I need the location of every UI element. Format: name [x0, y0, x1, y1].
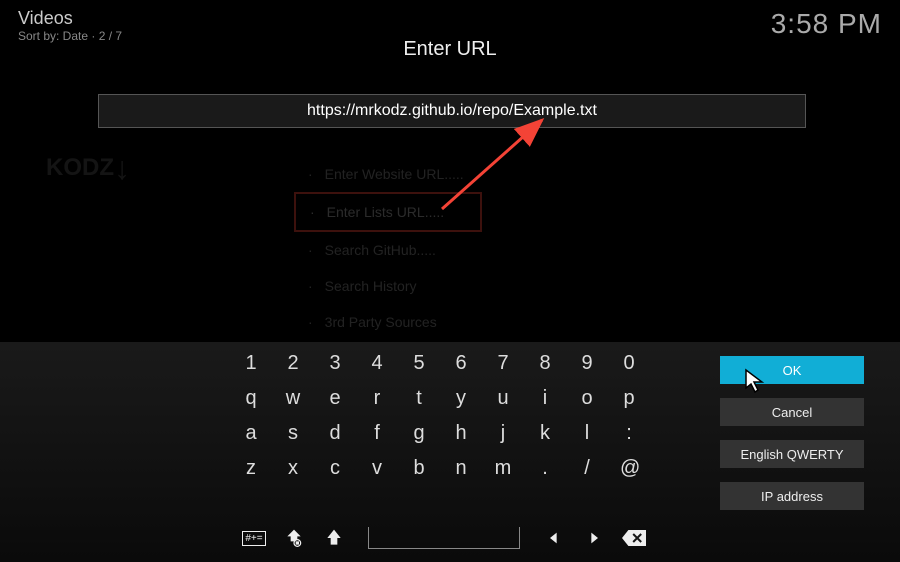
key-8[interactable]: 8: [536, 352, 554, 375]
key-x[interactable]: x: [284, 457, 302, 480]
arrow-right-icon[interactable]: [582, 526, 606, 550]
key-c[interactable]: c: [326, 457, 344, 480]
key-row-1: 1 2 3 4 5 6 7 8 9 0: [242, 352, 638, 375]
bg-item-website: ·Enter Website URL.....: [294, 156, 482, 192]
key-9[interactable]: 9: [578, 352, 596, 375]
key-r[interactable]: r: [368, 387, 386, 410]
virtual-keyboard: 1 2 3 4 5 6 7 8 9 0 q w e r t y u i o p …: [0, 342, 900, 562]
addon-logo: KODZ↓: [46, 138, 216, 198]
key-6[interactable]: 6: [452, 352, 470, 375]
key-7[interactable]: 7: [494, 352, 512, 375]
key-k[interactable]: k: [536, 422, 554, 445]
key-at[interactable]: @: [620, 457, 638, 480]
key-e[interactable]: e: [326, 387, 344, 410]
key-row-2: q w e r t y u i o p: [242, 387, 638, 410]
key-colon[interactable]: :: [620, 422, 638, 445]
bg-item-lists-highlighted: ·Enter Lists URL.....: [294, 192, 482, 232]
key-t[interactable]: t: [410, 387, 428, 410]
key-row-4: z x c v b n m . / @: [242, 457, 638, 480]
key-l[interactable]: l: [578, 422, 596, 445]
clock: 3:58 PM: [771, 8, 882, 43]
key-n[interactable]: n: [452, 457, 470, 480]
key-1[interactable]: 1: [242, 352, 260, 375]
key-j[interactable]: j: [494, 422, 512, 445]
key-g[interactable]: g: [410, 422, 428, 445]
background-menu: ·Enter Website URL..... ·Enter Lists URL…: [294, 156, 482, 340]
cancel-button[interactable]: Cancel: [720, 398, 864, 426]
bg-item-history: ·Search History: [294, 268, 482, 304]
key-a[interactable]: a: [242, 422, 260, 445]
key-d[interactable]: d: [326, 422, 344, 445]
key-u[interactable]: u: [494, 387, 512, 410]
section-title: Videos: [18, 8, 122, 29]
key-i[interactable]: i: [536, 387, 554, 410]
key-v[interactable]: v: [368, 457, 386, 480]
key-f[interactable]: f: [368, 422, 386, 445]
bg-item-github: ·Search GitHub.....: [294, 232, 482, 268]
key-period[interactable]: .: [536, 457, 554, 480]
sort-info: Sort by: Date · 2 / 7: [18, 29, 122, 43]
key-b[interactable]: b: [410, 457, 428, 480]
symbols-key[interactable]: #+=: [242, 526, 266, 550]
key-y[interactable]: y: [452, 387, 470, 410]
key-2[interactable]: 2: [284, 352, 302, 375]
backspace-icon[interactable]: [622, 526, 646, 550]
key-q[interactable]: q: [242, 387, 260, 410]
lock-icon[interactable]: [282, 526, 306, 550]
spacebar-key[interactable]: [368, 527, 520, 549]
ok-button[interactable]: OK: [720, 356, 864, 384]
key-h[interactable]: h: [452, 422, 470, 445]
shift-icon[interactable]: [322, 526, 346, 550]
bg-item-3rdparty: ·3rd Party Sources: [294, 304, 482, 340]
key-row-3: a s d f g h j k l :: [242, 422, 638, 445]
key-5[interactable]: 5: [410, 352, 428, 375]
key-slash[interactable]: /: [578, 457, 596, 480]
ip-address-button[interactable]: IP address: [720, 482, 864, 510]
layout-button[interactable]: English QWERTY: [720, 440, 864, 468]
url-input[interactable]: https://mrkodz.github.io/repo/Example.tx…: [98, 94, 806, 128]
arrow-left-icon[interactable]: [542, 526, 566, 550]
dialog-title: Enter URL: [403, 38, 496, 61]
key-3[interactable]: 3: [326, 352, 344, 375]
key-0[interactable]: 0: [620, 352, 638, 375]
key-p[interactable]: p: [620, 387, 638, 410]
key-s[interactable]: s: [284, 422, 302, 445]
key-m[interactable]: m: [494, 457, 512, 480]
key-4[interactable]: 4: [368, 352, 386, 375]
key-w[interactable]: w: [284, 387, 302, 410]
key-o[interactable]: o: [578, 387, 596, 410]
key-z[interactable]: z: [242, 457, 260, 480]
